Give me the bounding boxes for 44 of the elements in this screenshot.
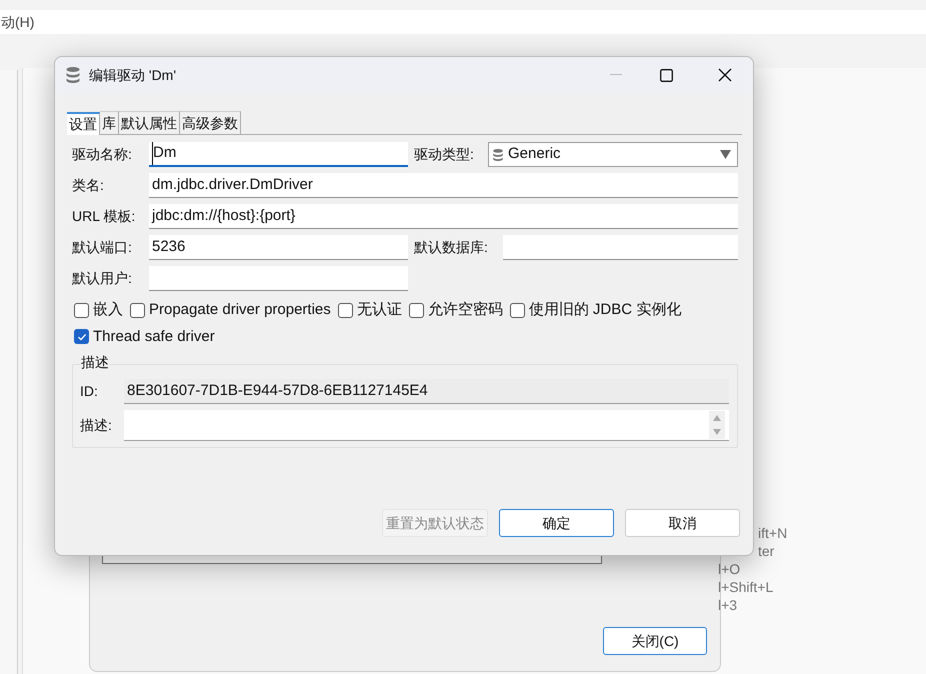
checkbox[interactable]: 使用旧的 JDBC 实例化 bbox=[510, 299, 682, 322]
text-field[interactable] bbox=[503, 235, 738, 260]
checkbox[interactable]: 无认证 bbox=[338, 299, 402, 322]
checkbox[interactable]: 嵌入 bbox=[74, 299, 123, 322]
field-label: 默认用户: bbox=[72, 269, 133, 288]
id-field: 8E301607-7D1B-E944-57D8-6EB1127145E4 bbox=[124, 379, 729, 404]
shortcut-text: l+O bbox=[718, 560, 740, 578]
text-field[interactable]: Dm bbox=[149, 142, 408, 167]
description-field[interactable] bbox=[124, 410, 729, 441]
field-label: 驱动类型: bbox=[414, 145, 475, 164]
field-label: 默认端口: bbox=[72, 238, 133, 257]
field-label: ID: bbox=[80, 382, 99, 401]
database-icon bbox=[492, 148, 504, 162]
database-icon bbox=[65, 66, 81, 84]
text-field[interactable] bbox=[149, 266, 408, 291]
text-field[interactable]: jdbc:dm://{host}:{port} bbox=[149, 204, 738, 229]
text-field[interactable]: dm.jdbc.driver.DmDriver bbox=[149, 173, 738, 198]
window-title: 编辑驱动 'Dm' bbox=[89, 66, 176, 84]
field-label: 默认数据库: bbox=[414, 238, 489, 257]
caret-icon bbox=[720, 150, 731, 159]
shortcut-text: ift+N bbox=[758, 524, 788, 542]
field-label: 驱动名称: bbox=[72, 145, 133, 164]
tab[interactable]: 高级参数 bbox=[180, 111, 241, 134]
tab[interactable]: 设置 bbox=[67, 112, 100, 135]
checkbox[interactable]: Thread safe driver bbox=[74, 326, 742, 348]
dialog-button[interactable]: 确定 bbox=[499, 509, 614, 537]
scroll-arrows-icon[interactable] bbox=[709, 411, 725, 439]
tab[interactable]: 默认属性 bbox=[119, 111, 180, 134]
shortcut-text: l+Shift+L bbox=[718, 578, 774, 596]
shortcut-text: ter bbox=[758, 542, 774, 560]
menu-item[interactable]: 动(H) bbox=[1, 12, 34, 32]
field-label: URL 模板: bbox=[72, 207, 136, 226]
dialog-button[interactable]: 取消 bbox=[625, 509, 740, 537]
field-label: 类名: bbox=[72, 176, 105, 195]
checkbox[interactable]: Propagate driver properties bbox=[130, 299, 331, 322]
maximize-icon[interactable] bbox=[660, 68, 673, 82]
close-button[interactable]: 关闭(C) bbox=[603, 627, 707, 655]
dropdown[interactable]: Generic bbox=[488, 142, 738, 167]
tab[interactable]: 库 bbox=[100, 111, 119, 134]
field-label: 描述: bbox=[80, 416, 113, 435]
close-icon[interactable] bbox=[718, 68, 732, 82]
text-field[interactable]: 5236 bbox=[149, 235, 408, 260]
shortcut-text: l+3 bbox=[718, 596, 738, 614]
checkbox[interactable]: 允许空密码 bbox=[408, 299, 503, 322]
